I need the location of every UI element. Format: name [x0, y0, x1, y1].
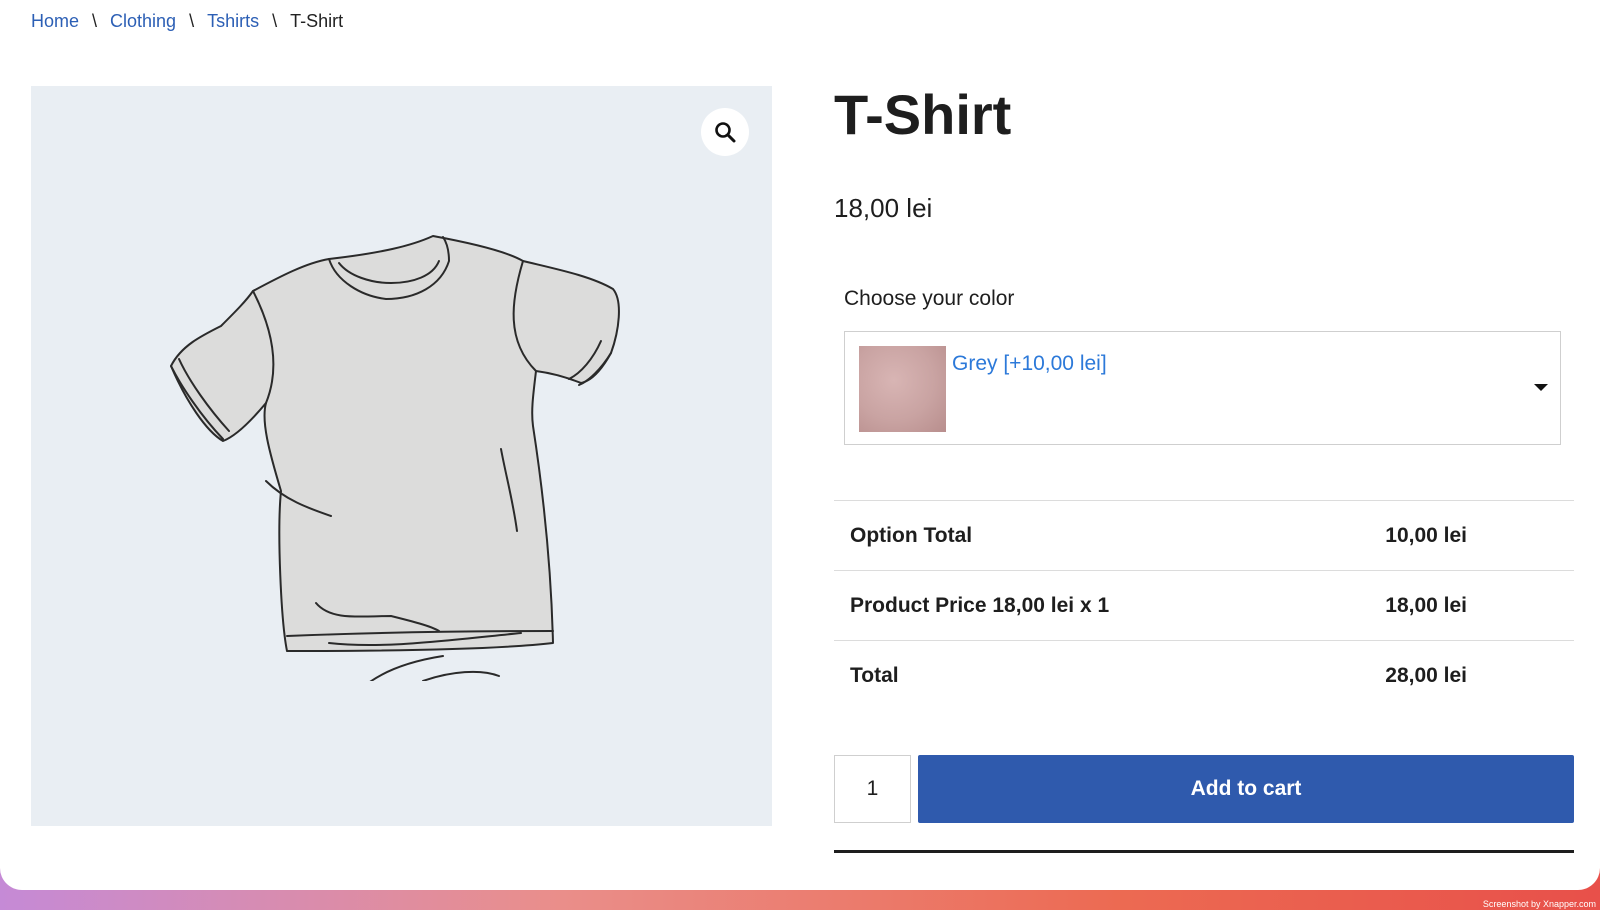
- product-image[interactable]: [161, 231, 631, 681]
- add-to-cart-button[interactable]: Add to cart: [918, 755, 1574, 823]
- price-totals-table: Option Total 10,00 lei Product Price 18,…: [834, 500, 1574, 711]
- product-price-label: Product Price 18,00 lei x 1: [850, 593, 1110, 617]
- color-option-label: Choose your color: [844, 287, 1015, 310]
- magnifier-icon: [715, 122, 736, 143]
- grand-total-label: Total: [850, 663, 899, 687]
- table-row: Product Price 18,00 lei x 1 18,00 lei: [834, 570, 1574, 641]
- breadcrumb: Home \ Clothing \ Tshirts \ T-Shirt: [31, 11, 343, 32]
- breadcrumb-separator: \: [92, 11, 98, 31]
- zoom-button[interactable]: [701, 108, 749, 156]
- selected-color-option: Grey [+10,00 lei]: [952, 352, 1107, 375]
- breadcrumb-separator: \: [272, 11, 278, 31]
- product-gallery[interactable]: [31, 86, 772, 826]
- product-title: T-Shirt: [834, 83, 1012, 146]
- divider: [834, 850, 1574, 853]
- chevron-down-icon: [1534, 384, 1548, 391]
- breadcrumb-clothing-link[interactable]: Clothing: [110, 11, 176, 32]
- browser-window: Home \ Clothing \ Tshirts \ T-Shirt T-Sh…: [0, 0, 1600, 890]
- breadcrumb-separator: \: [189, 11, 195, 31]
- option-total-value: 10,00 lei: [1385, 523, 1467, 547]
- product-price-value: 18,00 lei: [1385, 593, 1467, 617]
- breadcrumb-tshirts-link[interactable]: Tshirts: [207, 11, 259, 32]
- table-row: Option Total 10,00 lei: [834, 500, 1574, 571]
- screenshot-credit: Screenshot by Xnapper.com: [1482, 899, 1596, 909]
- table-row: Total 28,00 lei: [834, 640, 1574, 711]
- color-swatch-image: [859, 346, 946, 432]
- color-select[interactable]: Grey [+10,00 lei]: [844, 331, 1561, 445]
- option-total-label: Option Total: [850, 523, 973, 547]
- product-price: 18,00 lei: [834, 193, 933, 223]
- quantity-input[interactable]: [834, 755, 911, 823]
- breadcrumb-home-link[interactable]: Home: [31, 11, 79, 32]
- breadcrumb-current: T-Shirt: [290, 11, 344, 31]
- grand-total-value: 28,00 lei: [1385, 663, 1467, 687]
